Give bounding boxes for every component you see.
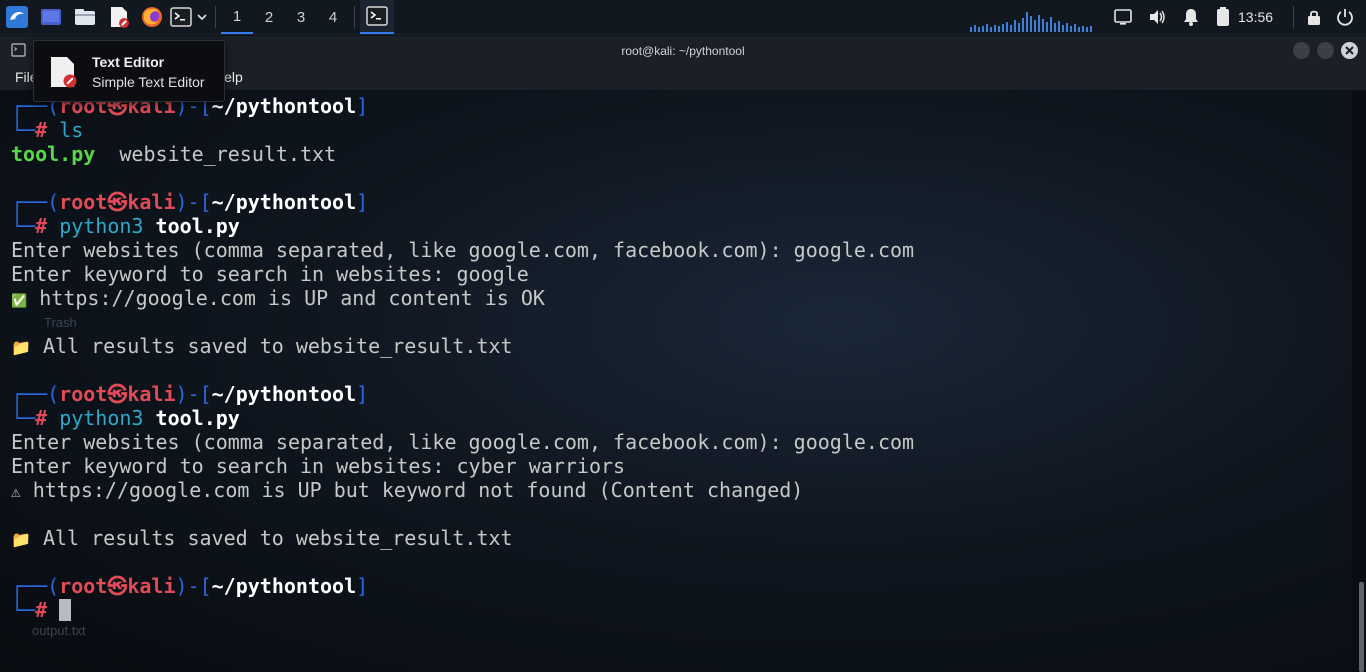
tooltip-title: Text Editor: [92, 54, 165, 70]
volume-icon[interactable]: [1140, 0, 1174, 34]
output-line: Enter keyword to search in websites: cyb…: [11, 454, 626, 478]
text-editor-icon: [48, 56, 78, 92]
command-line: └─# python3 tool.py: [11, 214, 240, 238]
text-editor-icon[interactable]: [102, 0, 136, 34]
notification-bell-icon[interactable]: [1174, 0, 1208, 34]
tooltip-subtitle: Simple Text Editor: [92, 74, 205, 90]
desktop-trash-label: Trash: [44, 315, 77, 330]
lock-icon[interactable]: [1299, 0, 1329, 34]
warning-icon: ⚠: [11, 482, 21, 501]
command-line: └─# ls: [11, 118, 84, 142]
clock[interactable]: 13:56: [1238, 9, 1288, 25]
workspace-2[interactable]: 2: [253, 0, 285, 34]
workspace-1[interactable]: 1: [221, 0, 253, 34]
folder-icon: 📁: [11, 338, 31, 357]
workspace-4[interactable]: 4: [317, 0, 349, 34]
firefox-icon[interactable]: [136, 0, 168, 34]
desktop-icon[interactable]: [34, 0, 68, 34]
desktop-file-label: output.txt: [32, 623, 86, 638]
screen-icon[interactable]: [1106, 0, 1140, 34]
panel-separator: [354, 6, 355, 28]
prompt-line: ┌──(root㉿kali)-[~/pythontool]: [11, 382, 369, 406]
minimize-button[interactable]: [1293, 42, 1310, 59]
close-icon: [1345, 46, 1354, 55]
close-button[interactable]: [1341, 42, 1358, 59]
terminal-window: root@kali: ~/pythontool File Help Trash …: [0, 36, 1366, 672]
ls-output: tool.py website_result.txt: [11, 142, 337, 166]
output-line: 📁 All results saved to website_result.tx…: [11, 334, 513, 358]
maximize-button[interactable]: [1317, 42, 1334, 59]
power-icon[interactable]: [1329, 0, 1361, 34]
output-line: Enter websites (comma separated, like go…: [11, 238, 915, 262]
scrollbar[interactable]: [1359, 582, 1364, 672]
folder-icon: 📁: [11, 530, 31, 549]
panel-separator: [215, 6, 216, 28]
output-line: Enter keyword to search in websites: goo…: [11, 262, 529, 286]
dropdown-chevron-icon[interactable]: [194, 0, 210, 34]
terminal-task-icon[interactable]: [360, 0, 394, 34]
output-line: ✅ https://google.com is UP and content i…: [11, 286, 545, 310]
output-line: 📁 All results saved to website_result.tx…: [11, 526, 513, 550]
cpu-graph: [968, 0, 1098, 34]
prompt-line: ┌──(root㉿kali)-[~/pythontool]: [11, 574, 369, 598]
kali-menu-icon[interactable]: [0, 0, 34, 34]
panel-separator: [1293, 6, 1294, 28]
terminal-output[interactable]: Trash output.txt ┌──(root㉿kali)-[~/pytho…: [0, 90, 1352, 672]
workspace-3[interactable]: 3: [285, 0, 317, 34]
text-cursor: [59, 599, 72, 621]
file-manager-icon[interactable]: [68, 0, 102, 34]
command-line[interactable]: └─#: [11, 598, 72, 622]
terminal-icon[interactable]: [168, 0, 194, 34]
prompt-line: ┌──(root㉿kali)-[~/pythontool]: [11, 190, 369, 214]
battery-icon[interactable]: [1208, 0, 1238, 34]
top-panel: 1 2 3 4 13:56: [0, 0, 1366, 35]
command-line: └─# python3 tool.py: [11, 406, 240, 430]
check-icon: ✅: [11, 294, 28, 309]
output-line: Enter websites (comma separated, like go…: [11, 430, 915, 454]
output-line: ⚠ https://google.com is UP but keyword n…: [11, 478, 804, 502]
launcher-tooltip: Text Editor Simple Text Editor: [33, 40, 225, 102]
